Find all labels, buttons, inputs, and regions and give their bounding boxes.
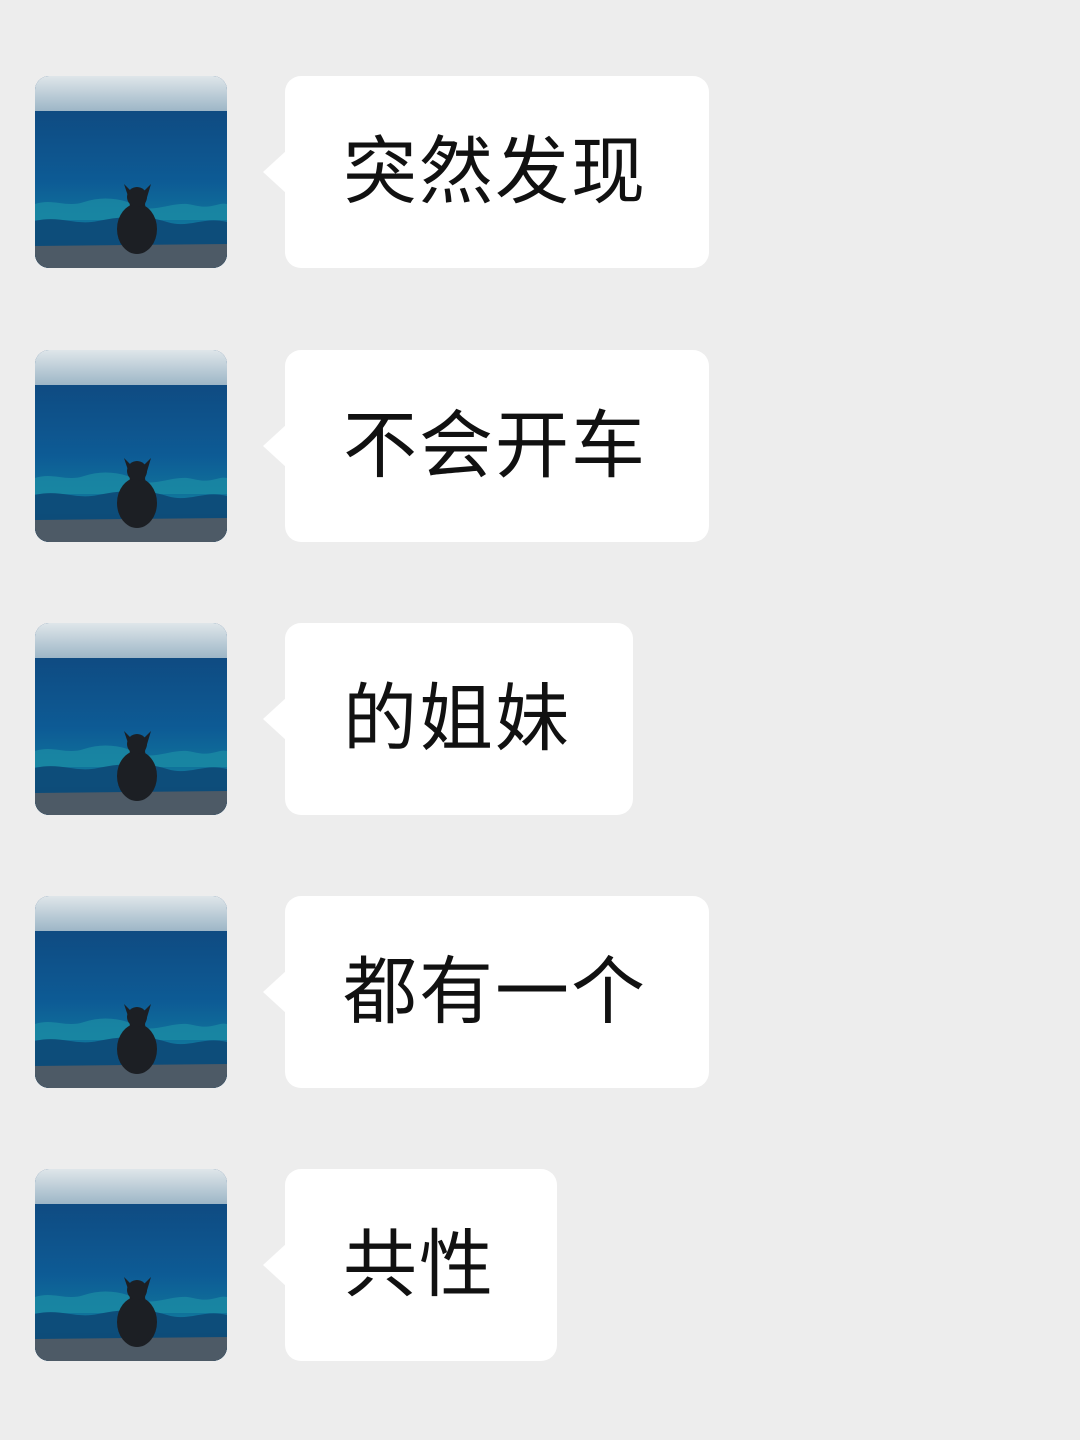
- avatar[interactable]: [35, 350, 227, 542]
- message-text: 共性: [343, 1222, 495, 1308]
- chat-thread: 突然发现 不会开车 的姐妹 都有一个 共性: [0, 0, 1080, 1440]
- message-row: 突然发现: [35, 76, 709, 268]
- message-text: 都有一个: [343, 949, 647, 1035]
- cat-by-sea-avatar-icon: [35, 623, 227, 815]
- avatar[interactable]: [35, 76, 227, 268]
- avatar[interactable]: [35, 1169, 227, 1361]
- message-row: 的姐妹: [35, 623, 633, 815]
- message-bubble[interactable]: 突然发现: [263, 76, 709, 268]
- message-row: 不会开车: [35, 350, 709, 542]
- message-text: 不会开车: [343, 403, 647, 489]
- avatar[interactable]: [35, 896, 227, 1088]
- message-bubble[interactable]: 共性: [263, 1169, 557, 1361]
- avatar[interactable]: [35, 623, 227, 815]
- cat-by-sea-avatar-icon: [35, 76, 227, 268]
- cat-by-sea-avatar-icon: [35, 896, 227, 1088]
- message-bubble[interactable]: 都有一个: [263, 896, 709, 1088]
- message-text: 突然发现: [343, 129, 647, 215]
- cat-by-sea-avatar-icon: [35, 350, 227, 542]
- message-text: 的姐妹: [343, 676, 571, 762]
- message-row: 共性: [35, 1169, 557, 1361]
- message-bubble[interactable]: 不会开车: [263, 350, 709, 542]
- cat-by-sea-avatar-icon: [35, 1169, 227, 1361]
- message-row: 都有一个: [35, 896, 709, 1088]
- message-bubble[interactable]: 的姐妹: [263, 623, 633, 815]
